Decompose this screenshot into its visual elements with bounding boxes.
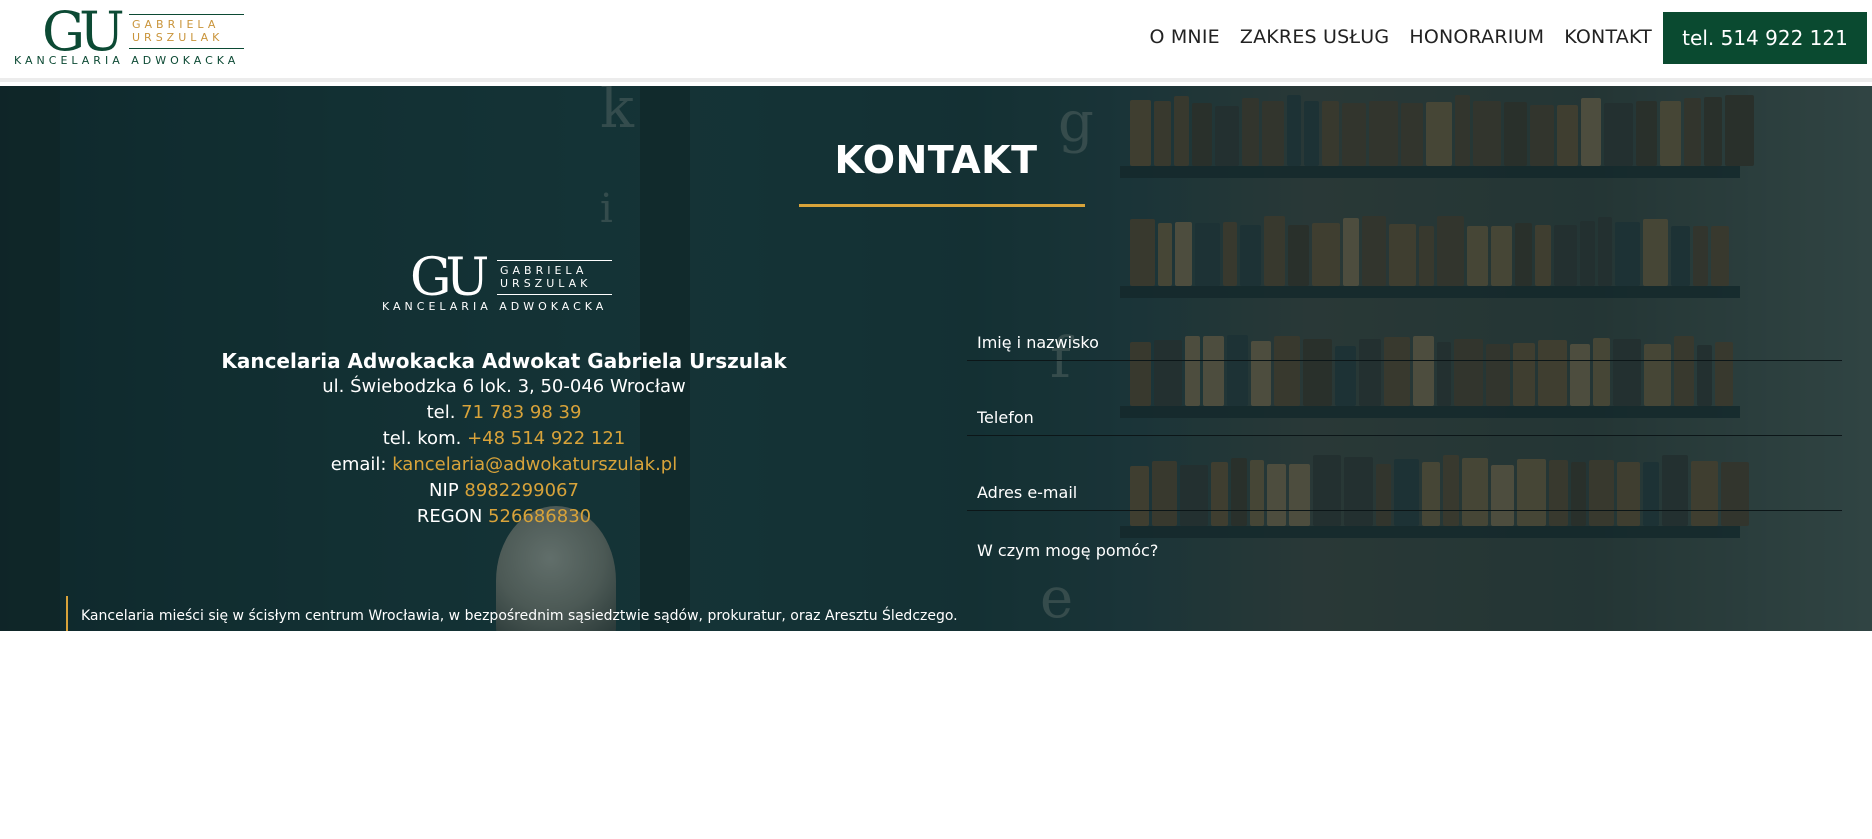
nip-value: 8982299067 [464,480,579,501]
page-title: KONTAKT [834,138,1038,182]
message-field[interactable] [977,541,1837,581]
phone-field-wrap [967,361,1842,436]
email-row: email: kancelaria@adwokaturszulak.pl [200,452,808,478]
email-field[interactable] [977,483,1837,502]
location-note: Kancelaria mieści się w ścisłym centrum … [66,596,958,631]
logo-name-last: URSZULAK [500,277,592,290]
nav-item-kontakt[interactable]: KONTAKT [1564,24,1652,50]
nav-item-o-mnie[interactable]: O MNIE [1149,24,1219,50]
mobile-link[interactable]: +48 514 922 121 [467,428,625,449]
regon-label: REGON [416,506,489,527]
mobile-row: tel. kom. +48 514 922 121 [200,426,808,452]
main-nav: O MNIE ZAKRES USŁUG HONORARIUM KONTAKT [1149,24,1652,50]
nav-item-zakres-uslug[interactable]: ZAKRES USŁUG [1240,24,1389,50]
phone-button[interactable]: tel. 514 922 121 [1663,12,1867,64]
title-underline [799,204,1085,207]
site-logo[interactable]: GU GABRIELA URSZULAK KANCELARIA ADWOKACK… [14,0,254,68]
contact-form [967,286,1842,581]
nav-item-honorarium[interactable]: HONORARIUM [1409,24,1544,50]
logo-line [497,260,612,261]
phone-link[interactable]: 71 783 98 39 [461,402,581,423]
logo-name-first: GABRIELA [500,264,588,277]
nip-row: NIP 8982299067 [200,478,808,504]
name-field[interactable] [977,333,1837,352]
email-label: email: [330,454,393,475]
email-field-wrap [967,436,1842,511]
phone-field[interactable] [977,408,1837,427]
firm-address: ul. Świebodzka 6 lok. 3, 50-046 Wrocław [322,376,686,397]
mobile-label: tel. kom. [382,428,468,449]
logo-name-first: GABRIELA [132,18,220,31]
logo-subtitle: KANCELARIA ADWOKACKA [14,54,240,67]
logo-line [129,48,244,49]
logo-subtitle: KANCELARIA ADWOKACKA [382,300,608,313]
logo-name: GABRIELA URSZULAK [132,18,223,44]
contact-section: k g i f e KONTAKT GU GABRIELA URSZULAK K… [0,86,1872,631]
logo-name: GABRIELA URSZULAK [500,264,591,290]
contact-info: Kancelaria Adwokacka Adwokat Gabriela Ur… [200,348,808,530]
phone-row: tel. 71 783 98 39 [200,400,808,426]
regon-value: 526686830 [488,506,592,527]
logo-line [129,14,244,15]
logo-name-last: URSZULAK [132,31,224,44]
regon-row: REGON 526686830 [200,504,808,530]
firm-name: Kancelaria Adwokacka Adwokat Gabriela Ur… [221,349,787,373]
contact-logo: GU GABRIELA URSZULAK KANCELARIA ADWOKACK… [382,248,622,316]
nip-label: NIP [429,480,465,501]
logo-initials: GU [410,248,489,308]
message-field-wrap [967,511,1842,581]
name-field-wrap [967,286,1842,361]
logo-initials: GU [42,0,125,63]
email-link[interactable]: kancelaria@adwokaturszulak.pl [392,454,677,475]
phone-label: tel. [426,402,462,423]
site-header: GU GABRIELA URSZULAK KANCELARIA ADWOKACK… [0,0,1872,82]
logo-line [497,294,612,295]
